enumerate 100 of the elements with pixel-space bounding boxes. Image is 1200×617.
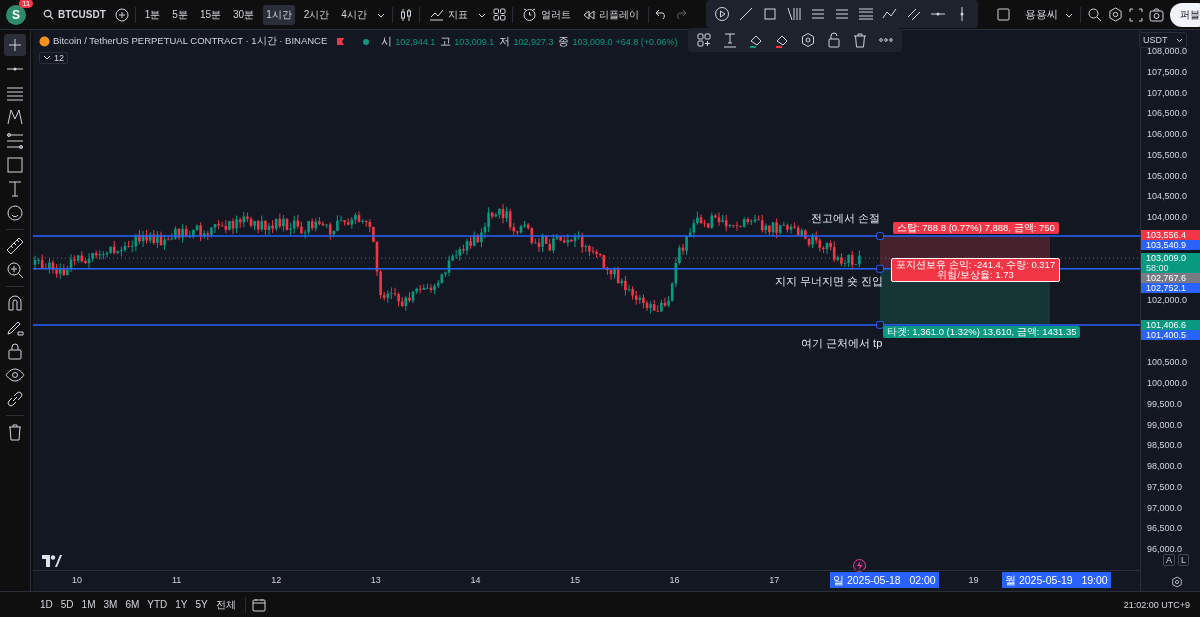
search-icon	[43, 9, 54, 20]
price-tick: 98,500.0	[1147, 439, 1183, 452]
price-tick: 97,000.0	[1147, 501, 1183, 514]
price-value: 102,752.1	[1146, 283, 1188, 294]
chevron-icon	[43, 55, 51, 61]
status-dot-icon	[362, 37, 371, 46]
calendar-icon[interactable]	[251, 597, 266, 612]
caret-icon	[1175, 37, 1183, 43]
fork-icon[interactable]	[786, 6, 802, 22]
range-button[interactable]: 전체	[212, 595, 239, 614]
trash-icon[interactable]	[852, 32, 868, 48]
drag-handle[interactable]	[876, 232, 884, 241]
indicators-button[interactable]: 지표	[425, 4, 471, 25]
price-tick: 107,500.0	[1147, 65, 1188, 78]
zoom-icon[interactable]	[1087, 7, 1102, 22]
price-tick: 108,000.0	[1147, 45, 1188, 57]
price-tick: 99,500.0	[1147, 397, 1183, 410]
range-button[interactable]: 1Y	[172, 597, 191, 612]
range-button[interactable]: 5Y	[192, 597, 211, 612]
settings-icon[interactable]	[800, 32, 816, 48]
countdown: 58:00	[1146, 263, 1170, 274]
undo-icon[interactable]	[654, 9, 668, 20]
camera-icon[interactable]	[1149, 7, 1164, 22]
settings-icon[interactable]	[1171, 576, 1183, 588]
replay-button[interactable]: 리플레이	[579, 4, 642, 25]
ohlc-label: 저	[499, 34, 511, 49]
templates-icon[interactable]	[492, 8, 506, 21]
ohlc-value: 103,009.0	[572, 36, 613, 47]
stop-label: 스탑: 788.8 (0.77%) 7,888, 금액: 750	[893, 222, 1059, 235]
logo-icon[interactable]	[42, 555, 62, 567]
zoom-icon[interactable]	[4, 259, 26, 281]
range-button[interactable]: YTD	[144, 597, 171, 612]
alert-button[interactable]: 얼러트	[518, 4, 574, 25]
chart-icon	[428, 8, 444, 21]
indicators-toggle[interactable]: 12	[39, 52, 68, 64]
symbol-search-button[interactable]: BTCUSDT	[40, 6, 109, 23]
trend-icon[interactable]	[738, 6, 754, 22]
ohlc-value: 102,944.1	[395, 36, 436, 47]
interval-tab[interactable]: 5분	[169, 4, 191, 25]
range-button[interactable]: 6M	[122, 597, 143, 612]
time-axis-label: 16	[668, 575, 681, 585]
time-axis-label: 17	[768, 575, 781, 585]
range-button[interactable]: 1D	[37, 597, 56, 612]
interval-tab[interactable]: 4시간	[338, 4, 370, 25]
chart-note[interactable]: 여기 근처에서 tp	[801, 335, 883, 351]
add-icon[interactable]	[114, 7, 129, 22]
price-tick: 100,000.0	[1147, 377, 1188, 389]
ohlc-label: 시	[381, 34, 393, 49]
clock[interactable]: 21:02:00 UTC+9	[1123, 599, 1190, 610]
rect-icon[interactable]	[4, 154, 26, 176]
chart-note[interactable]: 지지 무너지면 숏 진입	[775, 273, 884, 289]
price-tick: 105,500.0	[1147, 148, 1188, 161]
ohlc-value: 102,927.3	[513, 36, 554, 47]
time-axis-label: 10	[71, 575, 83, 585]
rect-icon[interactable]	[762, 6, 778, 22]
play-icon[interactable]	[714, 6, 730, 22]
lightning-icon[interactable]	[853, 559, 866, 572]
currency-select[interactable]: USDT	[1139, 32, 1187, 48]
interval-tab[interactable]: 1시간	[263, 4, 295, 25]
add-template-icon[interactable]	[696, 32, 712, 48]
price-tick: 105,000.0	[1147, 169, 1188, 182]
flag-icon[interactable]	[336, 37, 346, 46]
time-axis-label: 12	[270, 575, 283, 585]
range-button[interactable]: 1M	[78, 597, 99, 612]
interval-tab[interactable]: 15분	[196, 4, 225, 25]
price-value: 101,400.5	[1146, 329, 1188, 340]
drag-handle[interactable]	[876, 320, 884, 329]
drag-handle[interactable]	[876, 264, 884, 273]
price-value: 103,009.0	[1146, 253, 1188, 264]
user-name[interactable]: 용용씨	[1025, 7, 1058, 22]
symbol-title: Bitcoin / TetherUS PERPETUAL CONTRACT · 1시간 · BINANCE	[53, 35, 328, 48]
notification-badge: 11	[19, 0, 34, 8]
text-icon[interactable]	[722, 32, 738, 48]
cross-icon[interactable]	[4, 34, 26, 56]
interval-tab[interactable]: 2시간	[300, 4, 333, 25]
fullscreen-icon[interactable]	[1129, 7, 1143, 22]
unlock-icon[interactable]	[826, 32, 842, 48]
settings-icon[interactable]	[1108, 7, 1123, 22]
price-value: 102,767.6	[1146, 273, 1188, 284]
interval-tab[interactable]: 1분	[141, 4, 164, 25]
smile-icon[interactable]	[4, 202, 26, 224]
scale-toggle[interactable]: A	[1163, 554, 1175, 566]
date-cursor-label: 월 2025-05-19 19:00	[1002, 572, 1111, 588]
ruler-icon[interactable]	[4, 235, 26, 257]
price-tick: 96,000.0	[1147, 543, 1183, 555]
chart-note[interactable]: 전고에서 손절	[811, 211, 881, 227]
range-button[interactable]: 3M	[100, 597, 121, 612]
scale-toggle[interactable]: L	[1178, 554, 1190, 566]
risk-reward-text: 위험/보상율: 1.73	[937, 269, 1014, 280]
time-axis-label: 13	[369, 575, 382, 585]
publish-button[interactable]: 퍼블	[1170, 2, 1200, 27]
interval-tab[interactable]: 30분	[230, 4, 258, 25]
lines-icon[interactable]	[858, 6, 874, 22]
parallel-icon[interactable]	[906, 6, 922, 22]
ohlc-label: 종	[558, 34, 570, 49]
price-tick: 104,000.0	[1147, 211, 1188, 223]
range-button[interactable]: 5D	[57, 597, 77, 612]
rectangle-icon[interactable]	[996, 7, 1011, 22]
candles-icon[interactable]	[398, 7, 413, 22]
coin-icon	[39, 36, 50, 47]
